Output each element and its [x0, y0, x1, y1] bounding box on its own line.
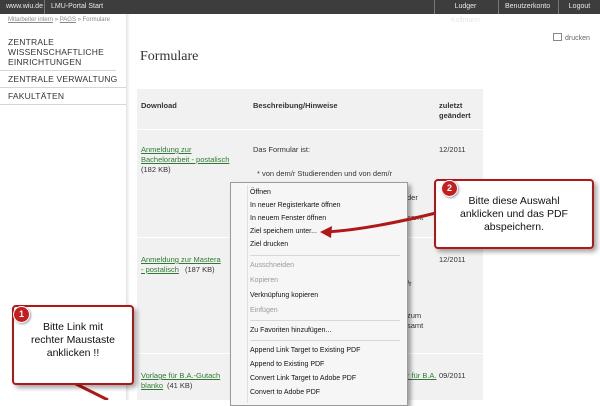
callout-text-line: Bitte diese Auswahl — [468, 195, 560, 207]
callout-save-instruction: Bitte diese Auswahl anklicken und das PD… — [434, 179, 594, 249]
callout-text-line: anklicken und das PDF — [460, 208, 568, 220]
arrow-to-save-item — [325, 210, 441, 234]
callout-text-line: anklicken !! — [46, 347, 100, 359]
arrow-head-save-item — [320, 226, 332, 238]
step-badge-1: 1 — [13, 306, 30, 323]
callout-text-line: abspeichern. — [483, 221, 545, 233]
callout-text-line: rechter Maustaste — [30, 334, 116, 346]
step-badge-2: 2 — [441, 180, 458, 197]
callout-text-line: Bitte Link mit — [42, 321, 104, 333]
callout-rightclick-instruction: Bitte Link mit rechter Maustaste anklick… — [12, 305, 134, 385]
